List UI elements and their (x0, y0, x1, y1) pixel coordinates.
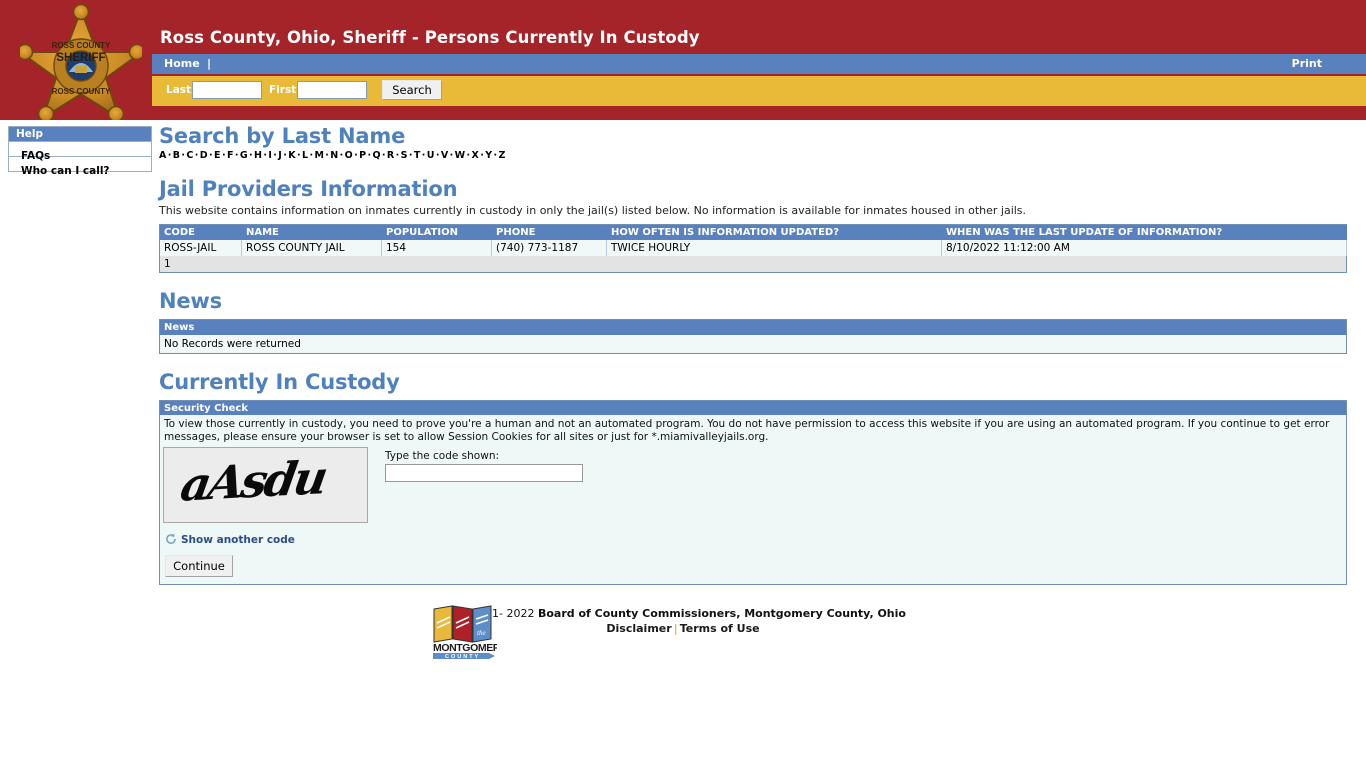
table-pager-row: 1 (159, 256, 1347, 273)
svg-text:ROSS COUNTY: ROSS COUNTY (52, 41, 111, 50)
svg-text:SHERIFF: SHERIFF (56, 52, 105, 64)
alphabet-link-f[interactable]: F (227, 150, 234, 161)
captcha-image: aAsdu (163, 447, 368, 523)
terms-of-use-link[interactable]: Terms of Use (680, 622, 760, 635)
alphabet-link-g[interactable]: G (240, 150, 248, 161)
sidebar-header: Help (9, 127, 151, 141)
svg-text:COUNTY: COUNTY (445, 654, 480, 659)
svg-text:ROSS COUNTY: ROSS COUNTY (52, 87, 111, 96)
jail-providers-heading: Jail Providers Information (159, 177, 458, 201)
copyright-org: Board of County Commissioners, Montgomer… (537, 607, 906, 620)
alphabet-index: A·B·C·D·E·F·G·H·I·J·K·L·M·N·O·P·Q·R·S·T·… (159, 150, 1349, 161)
alphabet-link-a[interactable]: A (159, 150, 167, 161)
alphabet-link-k[interactable]: K (288, 150, 296, 161)
svg-text:the: the (477, 629, 486, 637)
currently-in-custody-heading: Currently In Custody (159, 370, 400, 394)
security-check-instructions: To view those currently in custody, you … (164, 418, 1330, 443)
footer-link-separator: | (673, 622, 678, 635)
news-empty-message: No Records were returned (159, 335, 1347, 354)
cell-name: ROSS COUNTY JAIL (241, 240, 382, 256)
montgomery-county-flags-logo: the MONTGOMERY COUNTY (431, 601, 507, 660)
captcha-code-label: Type the code shown: (385, 450, 500, 462)
alphabet-link-x[interactable]: X (471, 150, 479, 161)
column-header-name: NAME (241, 224, 382, 240)
alphabet-link-w[interactable]: W (455, 150, 466, 161)
captcha-code-text: aAsdu (176, 450, 330, 512)
show-another-code-link[interactable]: Show another code (181, 534, 295, 546)
alphabet-link-m[interactable]: M (314, 150, 324, 161)
sidebar-item-label[interactable]: Who can I call? (21, 165, 110, 177)
main-content: Search by Last Name A·B·C·D·E·F·G·H·I·J·… (159, 124, 1349, 585)
alphabet-link-c[interactable]: C (186, 150, 193, 161)
jail-providers-table: CODE NAME POPULATION PHONE HOW OFTEN IS … (159, 224, 1347, 273)
alphabet-link-u[interactable]: U (427, 150, 435, 161)
page-title: Ross County, Ohio, Sheriff - Persons Cur… (160, 28, 700, 47)
sheriff-star-badge-icon: ROSS COUNTY SHERIFF ROSS COUNTY (16, 3, 146, 120)
column-header-phone: PHONE (491, 224, 607, 240)
alphabet-link-h[interactable]: H (254, 150, 262, 161)
alphabet-link-s[interactable]: S (401, 150, 408, 161)
nav-link-print[interactable]: Print (1292, 57, 1322, 70)
refresh-circular-arrow-icon (165, 530, 177, 549)
news-heading: News (159, 289, 222, 313)
footer-links: Disclaimer | Terms of Use (423, 621, 943, 636)
sidebar-item-faqs[interactable]: FAQs (9, 141, 151, 162)
alphabet-link-e[interactable]: E (214, 150, 221, 161)
table-row: No Records were returned (159, 335, 1347, 354)
last-name-label: Last (166, 84, 192, 96)
nav-link-home[interactable]: Home (164, 57, 200, 70)
security-check-header: Security Check (160, 401, 1346, 415)
cell-phone: (740) 773-1187 (491, 240, 607, 256)
jail-providers-description: This website contains information on inm… (159, 204, 1027, 217)
table-header-row: News (159, 319, 1347, 335)
site-header: ROSS COUNTY SHERIFF ROSS COUNTY Ross Cou… (0, 0, 1366, 120)
sidebar-item-who-can-i-call[interactable]: Who can I call? (9, 156, 151, 177)
captcha-code-input[interactable] (385, 464, 583, 482)
cell-last-update: 8/10/2022 11:12:00 AM (941, 240, 1347, 256)
column-header-population: POPULATION (381, 224, 492, 240)
first-name-input[interactable] (297, 81, 367, 99)
alphabet-link-d[interactable]: D (200, 150, 208, 161)
alphabet-link-t[interactable]: T (414, 150, 421, 161)
search-button[interactable]: Search (382, 80, 442, 100)
pager-page-number[interactable]: 1 (159, 256, 1347, 273)
continue-button[interactable]: Continue (165, 555, 233, 577)
svg-text:MONTGOMERY: MONTGOMERY (433, 642, 497, 654)
alphabet-link-o[interactable]: O (345, 150, 353, 161)
column-header-update-frequency: HOW OFTEN IS INFORMATION UPDATED? (606, 224, 942, 240)
column-header-code: CODE (159, 224, 242, 240)
table-header-row: CODE NAME POPULATION PHONE HOW OFTEN IS … (159, 224, 1347, 240)
help-sidebar: Help FAQs Who can I call? (8, 126, 152, 177)
top-navbar: Home | Print (152, 54, 1366, 74)
last-name-input[interactable] (192, 81, 262, 99)
nav-separator: | (207, 57, 212, 70)
security-check-panel: Security Check To view those currently i… (159, 400, 1347, 585)
alphabet-link-z[interactable]: Z (498, 150, 505, 161)
search-by-last-name-heading: Search by Last Name (159, 124, 406, 148)
cell-code: ROSS-JAIL (159, 240, 242, 256)
disclaimer-link[interactable]: Disclaimer (606, 622, 671, 635)
news-table: News No Records were returned (159, 319, 1347, 354)
cell-update-frequency: TWICE HOURLY (606, 240, 942, 256)
table-row: ROSS-JAIL ROSS COUNTY JAIL 154 (740) 773… (159, 240, 1347, 256)
first-name-label: First (269, 84, 297, 96)
column-header-last-update: WHEN WAS THE LAST UPDATE OF INFORMATION? (941, 224, 1347, 240)
cell-population: 154 (381, 240, 492, 256)
copyright-line: ©2001- 2022 Board of County Commissioner… (423, 592, 943, 621)
site-footer: the MONTGOMERY COUNTY ©2001- 2022 Board … (0, 592, 1366, 660)
search-bar: Last First Search (152, 76, 1366, 106)
column-header-news: News (159, 319, 1347, 335)
alphabet-link-q[interactable]: Q (372, 150, 380, 161)
